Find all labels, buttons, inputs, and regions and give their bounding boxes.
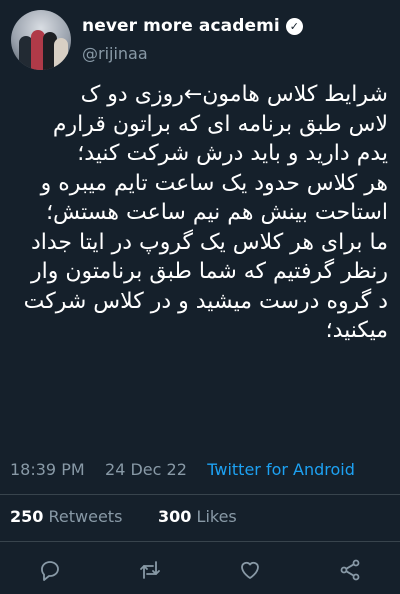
tweet-actions (0, 552, 400, 588)
retweet-icon (140, 561, 160, 579)
likes-label: Likes (196, 507, 237, 526)
tweet-text-line: شرایط کلاس هامون←روزی دو ک (80, 82, 388, 107)
retweets-stat[interactable]: 250 Retweets (10, 507, 128, 526)
tweet-text-line: استاحت بینش هم نیم ساعت هستش؛ (46, 200, 388, 225)
avatar[interactable] (11, 10, 71, 70)
like-icon (241, 561, 259, 579)
tweet-text-line: هر کلاس حدود یک ساعت تایم میبره و (40, 170, 388, 196)
tweet-header: never more academi ✓ @rijinaa (11, 10, 390, 70)
share-button[interactable] (332, 552, 368, 588)
tweet-text-line: رنظر گرفتیم که شما طبق برنامتون وار (31, 259, 388, 284)
tweet-text-line: میکنید؛ (325, 318, 388, 343)
likes-stat[interactable]: 300 Likes (158, 507, 237, 526)
share-icon (340, 559, 360, 581)
tweet-text-line: یدم دارید و باید درش شرکت کنید؛ (77, 141, 388, 166)
tweet-text: شرایط کلاس هامون←روزی دو ک لاس طبق برنام… (10, 80, 388, 346)
reply-icon (41, 561, 59, 581)
tweet-text-line: د گروه درست میشید و در کلاس شرکت (23, 288, 388, 314)
reply-button[interactable] (32, 552, 68, 588)
tweet-time: 18:39 PM (10, 460, 85, 479)
tweet-stats: 250 Retweets 300 Likes (10, 507, 237, 526)
divider (0, 541, 400, 542)
retweets-count: 250 (10, 507, 44, 526)
name-row: never more academi ✓ (82, 16, 303, 36)
tweet-date: 24 Dec 22 (105, 460, 187, 479)
tweet-meta: 18:39 PM 24 Dec 22 Twitter for Android (10, 460, 355, 479)
verified-badge-icon: ✓ (285, 17, 303, 35)
tweet-text-line: لاس طبق برنامه ای که براتون قرارم (52, 111, 388, 137)
retweet-button[interactable] (132, 552, 168, 588)
tweet-source-link[interactable]: Twitter for Android (207, 460, 355, 479)
like-button[interactable] (232, 552, 268, 588)
display-name[interactable]: never more academi (82, 16, 280, 36)
tweet-text-line: ما برای هر کلاس یک گروپ در ایتا جداد (30, 229, 388, 255)
likes-count: 300 (158, 507, 192, 526)
retweets-label: Retweets (48, 507, 123, 526)
user-handle[interactable]: @rijinaa (82, 44, 148, 63)
divider (0, 494, 400, 495)
